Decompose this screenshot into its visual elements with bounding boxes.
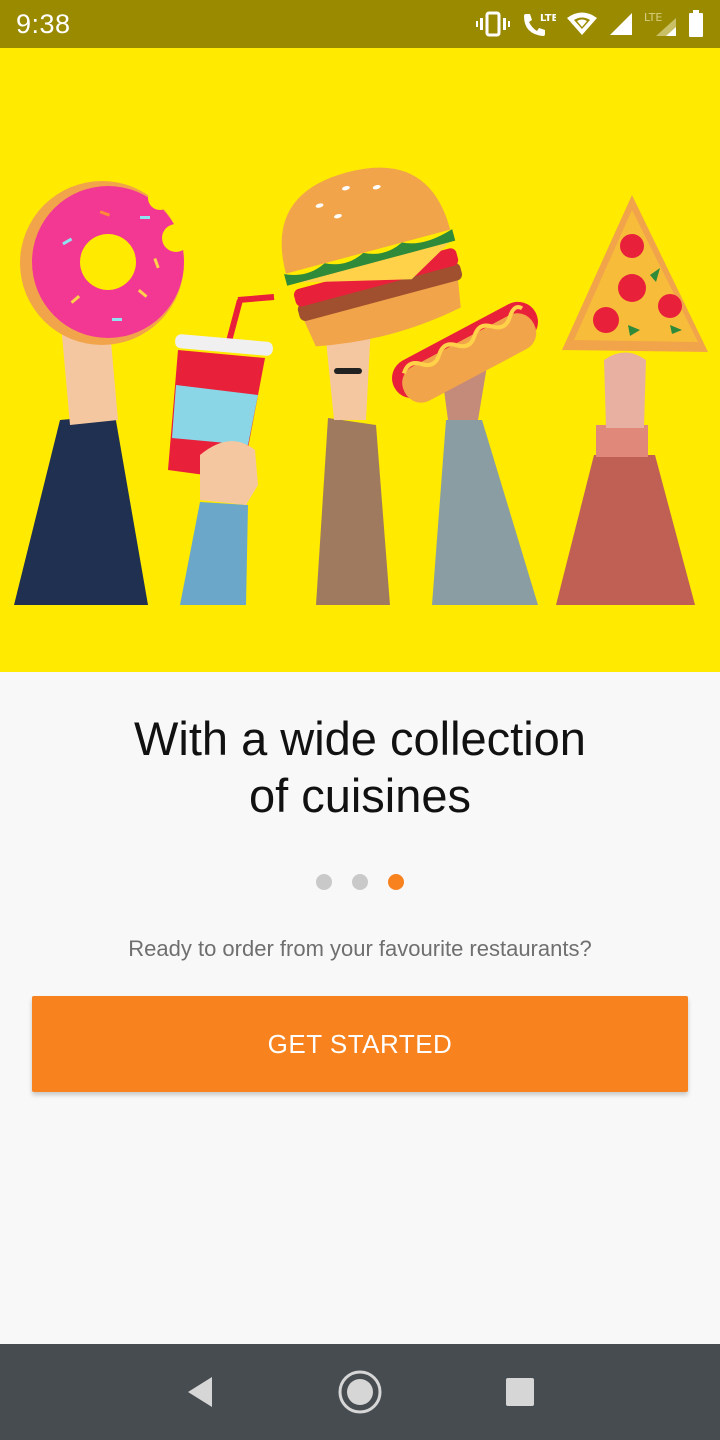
wifi-icon [566, 11, 598, 37]
page-dot-1[interactable] [316, 874, 332, 890]
status-icons: LTE LTE [476, 10, 704, 38]
lte-signal-icon: LTE [644, 10, 678, 38]
home-button[interactable] [330, 1362, 390, 1422]
headline-line-1: With a wide collection [134, 712, 586, 765]
hand-5 [604, 352, 646, 428]
system-nav-bar [0, 1344, 720, 1440]
onboarding-content: With a wide collection of cuisines Ready… [0, 672, 720, 1344]
page-dot-2[interactable] [352, 874, 368, 890]
page-dot-3-active[interactable] [388, 874, 404, 890]
hands-holding-food-illustration [0, 48, 720, 672]
get-started-button[interactable]: GET STARTED [32, 996, 688, 1092]
recents-icon [506, 1378, 534, 1406]
headline-line-2: of cuisines [248, 769, 472, 822]
battery-icon [688, 10, 704, 38]
signal-icon [608, 11, 634, 37]
svg-text:LTE: LTE [540, 13, 556, 24]
page-indicator [0, 874, 720, 890]
recents-button[interactable] [490, 1362, 550, 1422]
back-button[interactable] [170, 1362, 230, 1422]
vibrate-icon [476, 11, 510, 37]
home-icon [338, 1370, 382, 1414]
hero-illustration [0, 48, 720, 672]
onboarding-headline: With a wide collection of cuisines [40, 710, 680, 824]
back-icon [188, 1377, 212, 1407]
lte-call-icon: LTE [520, 10, 556, 38]
svg-text:LTE: LTE [644, 11, 662, 24]
onboarding-subtitle: Ready to order from your favourite resta… [128, 936, 592, 961]
status-time: 9:38 [16, 8, 71, 39]
status-bar: 9:38 LTE LTE [0, 0, 720, 48]
hand-2 [200, 441, 258, 505]
